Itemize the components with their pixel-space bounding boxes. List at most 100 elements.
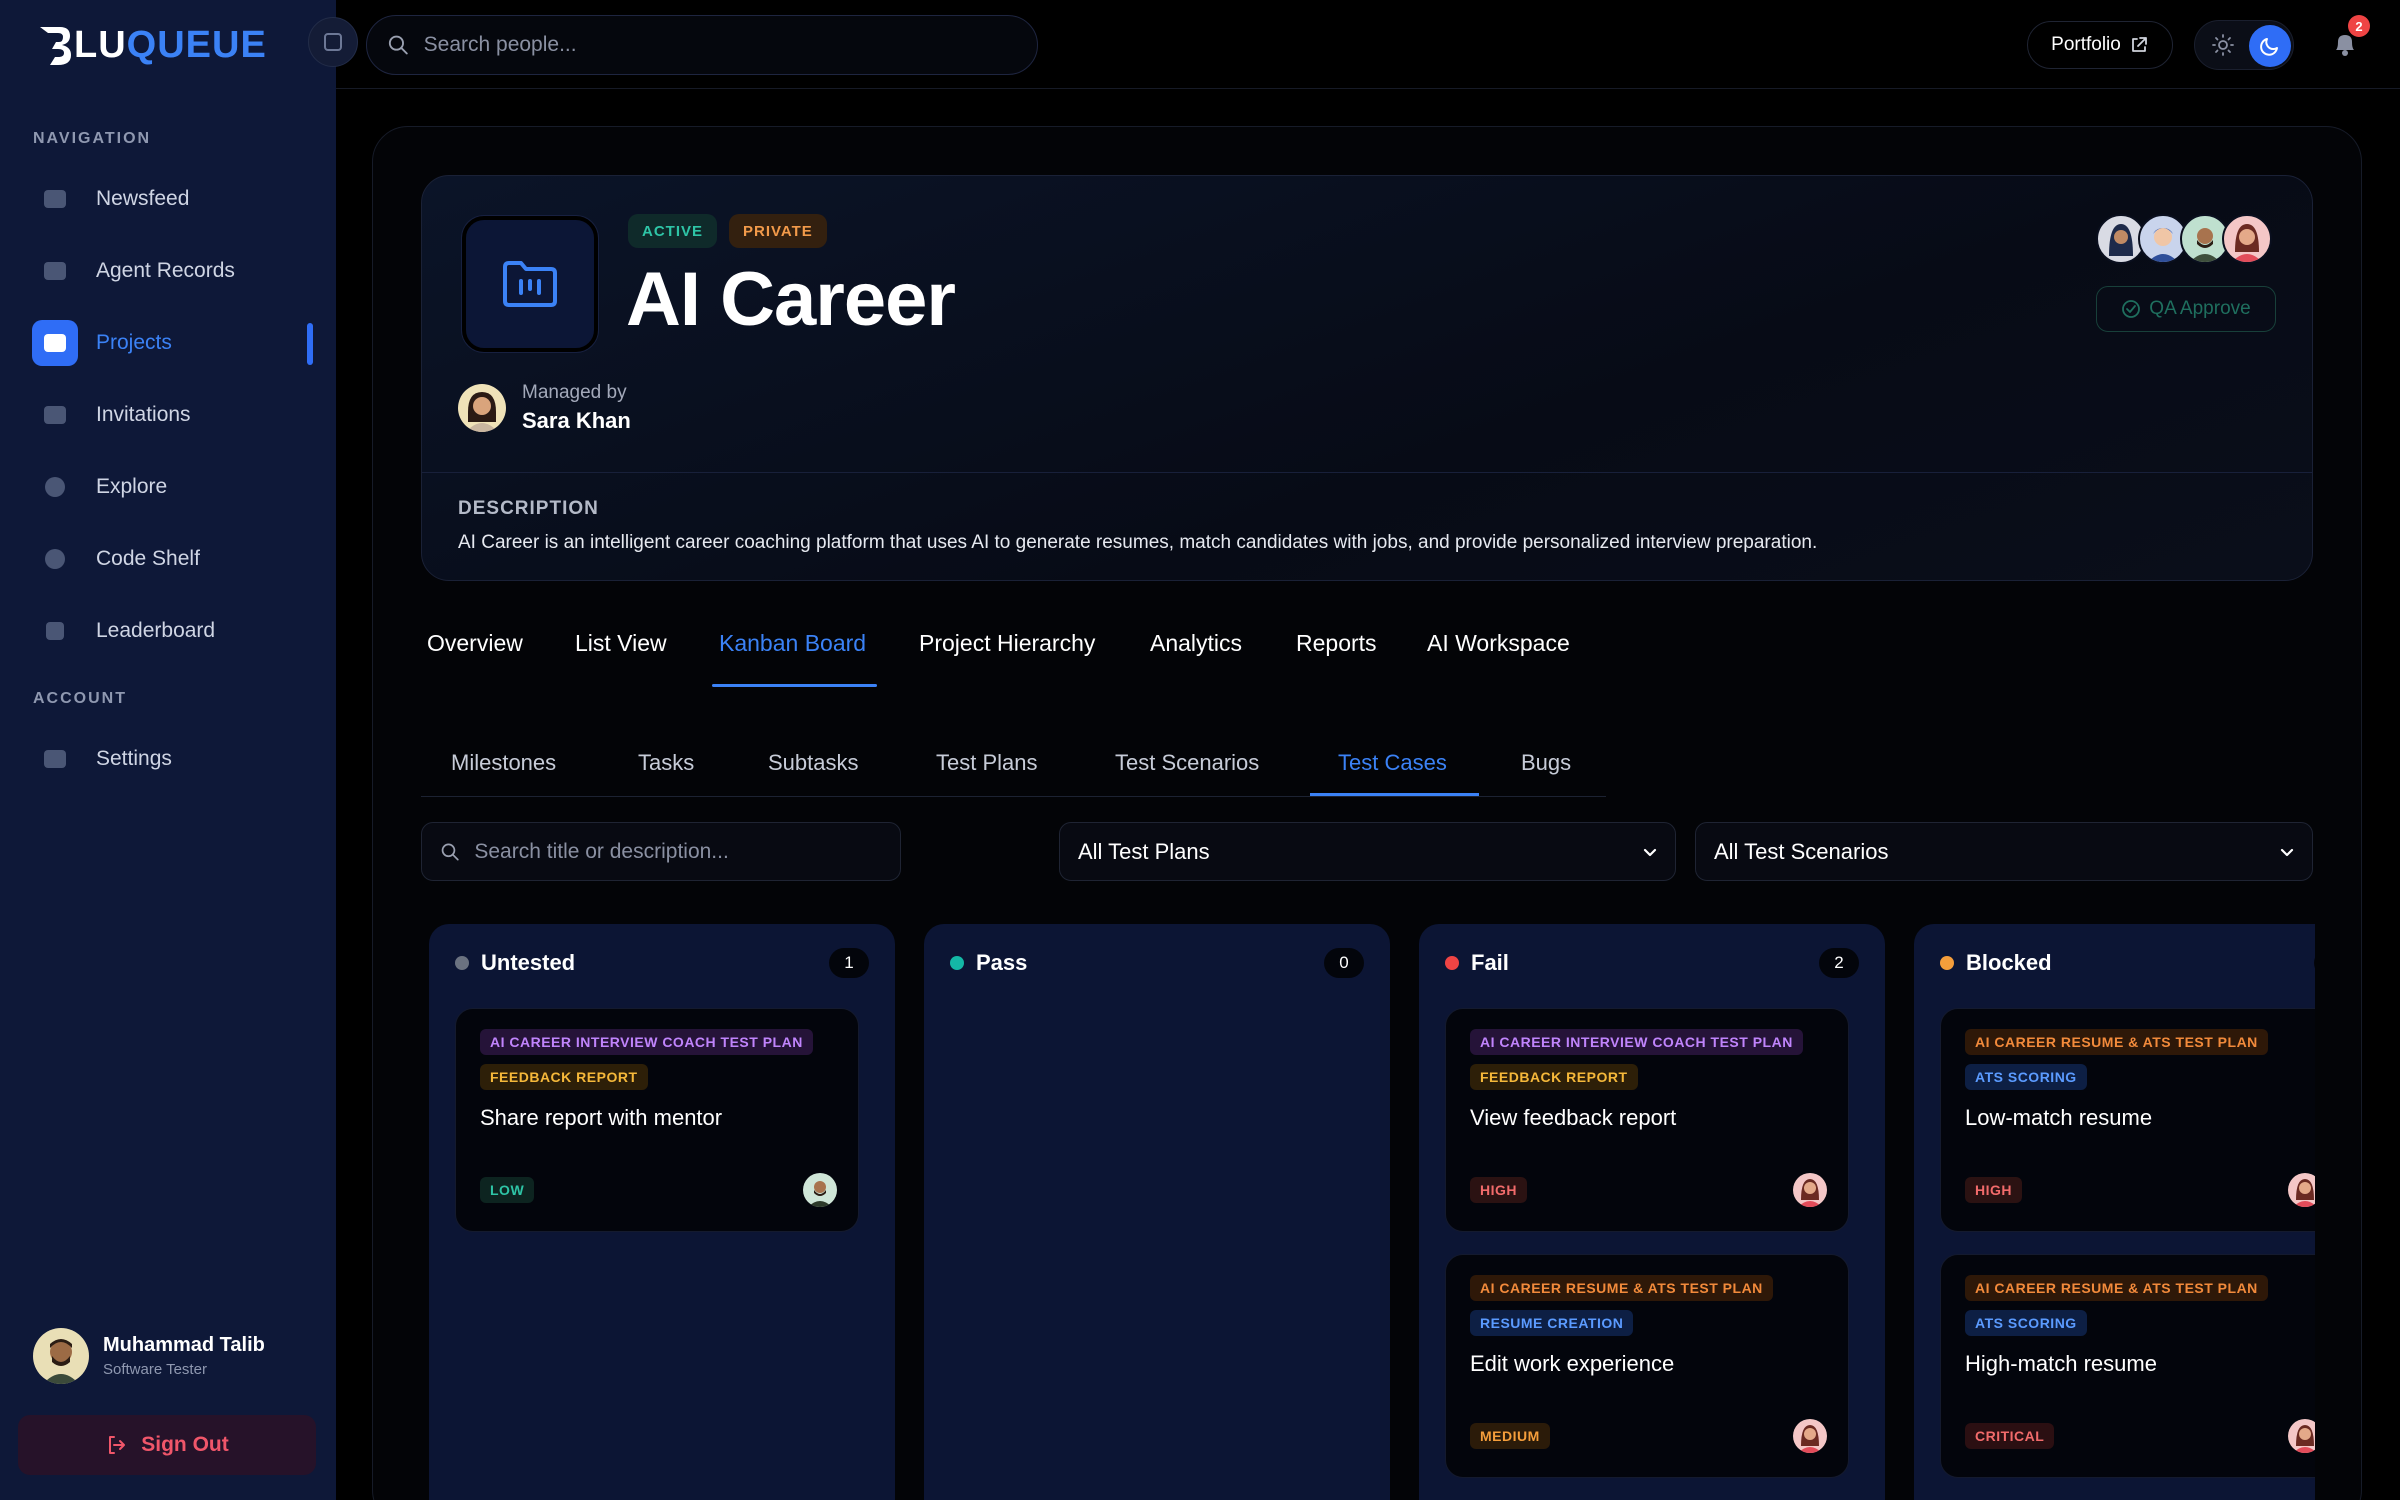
test-plan-select[interactable]: All Test Plans — [1059, 822, 1676, 881]
external-link-icon — [2131, 37, 2147, 52]
tab-ai-workspace[interactable]: AI Workspace — [1427, 630, 1570, 657]
avatar[interactable] — [1793, 1173, 1827, 1207]
sidebar-item-label: Invitations — [96, 403, 191, 426]
tab-overview[interactable]: Overview — [427, 630, 523, 657]
manager-name[interactable]: Sara Khan — [522, 408, 631, 434]
test-case-card[interactable]: AI CAREER RESUME & ATS TEST PLAN RESUME … — [1445, 1254, 1849, 1478]
sidebar-item-projects[interactable]: Projects — [32, 317, 314, 369]
mail-icon — [32, 392, 78, 438]
chevron-down-icon — [1643, 848, 1657, 856]
priority-badge: LOW — [480, 1177, 535, 1203]
sidebar-item-leaderboard[interactable]: Leaderboard — [32, 605, 314, 657]
test-scenario-select[interactable]: All Test Scenarios — [1695, 822, 2313, 881]
sidebar-item-explore[interactable]: Explore — [32, 461, 314, 513]
logo-queue: QUEUE — [126, 24, 267, 66]
team-avatars[interactable] — [2096, 214, 2272, 264]
card-title: View feedback report — [1470, 1105, 1677, 1130]
sidebar-item-newsfeed[interactable]: Newsfeed — [32, 173, 314, 225]
sidebar-item-invitations[interactable]: Invitations — [32, 389, 314, 441]
project-header-card: ACTIVE PRIVATE AI Career Managed by Sara… — [421, 175, 2313, 581]
project-folder-icon — [462, 216, 598, 352]
subtab-bugs[interactable]: Bugs — [1521, 750, 1571, 776]
sidebar-item-label: Agent Records — [96, 259, 235, 282]
tab-reports[interactable]: Reports — [1296, 630, 1377, 657]
sidebar-item-label: Projects — [96, 331, 172, 354]
sidebar-item-label: Code Shelf — [96, 547, 200, 570]
status-dot — [950, 956, 964, 970]
people-search[interactable] — [366, 15, 1038, 75]
sign-out-label: Sign Out — [141, 1433, 229, 1456]
managed-by-label: Managed by — [522, 382, 627, 403]
moon-icon[interactable] — [2249, 25, 2291, 67]
subtab-divider — [421, 796, 1606, 797]
sidebar-item-label: Leaderboard — [96, 619, 216, 642]
sidebar-item-settings[interactable]: Settings — [32, 733, 314, 785]
test-plan-select-value: All Test Plans — [1078, 838, 1210, 864]
status-dot — [1940, 956, 1954, 970]
avatar[interactable] — [2288, 1173, 2315, 1207]
subtab-tasks[interactable]: Tasks — [638, 750, 694, 776]
test-case-search[interactable] — [421, 822, 901, 881]
portfolio-button[interactable]: Portfolio — [2027, 21, 2173, 69]
test-case-card[interactable]: AI CAREER RESUME & ATS TEST PLAN ATS SCO… — [1940, 1008, 2315, 1232]
column-count: 0 — [1324, 948, 1364, 978]
sign-out-button[interactable]: Sign Out — [18, 1415, 316, 1475]
user-role: Software Tester — [103, 1361, 207, 1378]
tab-list-view[interactable]: List View — [575, 630, 667, 657]
sidebar-item-label: Newsfeed — [96, 187, 190, 210]
test-scenario-select-value: All Test Scenarios — [1714, 838, 1889, 864]
sidebar-item-agent-records[interactable]: Agent Records — [32, 245, 314, 297]
current-user[interactable]: Muhammad Talib Software Tester — [33, 1328, 265, 1384]
active-subtab-underline — [1310, 793, 1479, 796]
collapse-sidebar-button[interactable] — [308, 17, 358, 67]
test-case-card[interactable]: AI CAREER RESUME & ATS TEST PLAN ATS SCO… — [1940, 1254, 2315, 1478]
subtab-test-plans[interactable]: Test Plans — [936, 750, 1038, 776]
sidebar-item-code-shelf[interactable]: Code Shelf — [32, 533, 314, 585]
sidebar-item-label: Settings — [96, 747, 172, 770]
column-header: Blocked — [1940, 950, 2052, 976]
description-text: AI Career is an intelligent career coach… — [458, 532, 1818, 553]
people-search-input[interactable] — [423, 33, 1037, 57]
test-case-search-input[interactable] — [474, 839, 900, 864]
test-plan-tag: AI CAREER RESUME & ATS TEST PLAN — [1470, 1275, 1773, 1301]
search-icon — [441, 843, 459, 860]
column-title: Fail — [1471, 950, 1509, 975]
tab-kanban-board[interactable]: Kanban Board — [719, 630, 866, 657]
subtab-test-scenarios[interactable]: Test Scenarios — [1115, 750, 1259, 776]
test-plan-tag: AI CAREER INTERVIEW COACH TEST PLAN — [480, 1029, 813, 1055]
chart-icon — [32, 608, 78, 654]
column-count: 2 — [1819, 948, 1859, 978]
avatar[interactable] — [803, 1173, 837, 1207]
sun-icon[interactable] — [2205, 27, 2241, 63]
avatar[interactable] — [2288, 1419, 2315, 1453]
priority-badge: HIGH — [1965, 1177, 2022, 1203]
column-header: Pass — [950, 950, 1027, 976]
description-label: DESCRIPTION — [458, 498, 599, 519]
project-title: AI Career — [626, 257, 956, 342]
app-logo[interactable]: LUQUEUE — [38, 24, 267, 67]
search-icon — [32, 464, 78, 510]
status-dot — [455, 956, 469, 970]
user-name: Muhammad Talib — [103, 1334, 265, 1356]
qa-approve-button[interactable]: QA Approve — [2096, 286, 2276, 332]
tab-project-hierarchy[interactable]: Project Hierarchy — [919, 630, 1095, 657]
logout-icon — [109, 1436, 126, 1454]
sidebar: LUQUEUE NAVIGATION Newsfeed Agent Record… — [0, 0, 336, 1500]
subtab-test-cases[interactable]: Test Cases — [1338, 750, 1447, 776]
tab-analytics[interactable]: Analytics — [1150, 630, 1242, 657]
avatar — [33, 1328, 89, 1384]
avatar[interactable] — [2222, 214, 2272, 264]
avatar[interactable] — [1793, 1419, 1827, 1453]
test-case-card[interactable]: AI CAREER INTERVIEW COACH TEST PLAN FEED… — [455, 1008, 859, 1232]
kanban-column-untested: Untested 1 AI CAREER INTERVIEW COACH TES… — [429, 924, 895, 1500]
subtab-milestones[interactable]: Milestones — [451, 750, 556, 776]
test-scenario-tag: RESUME CREATION — [1470, 1310, 1634, 1336]
account-section-label: ACCOUNT — [33, 690, 127, 707]
priority-badge: HIGH — [1470, 1177, 1527, 1203]
test-case-card[interactable]: AI CAREER INTERVIEW COACH TEST PLAN FEED… — [1445, 1008, 1849, 1232]
test-scenario-tag: FEEDBACK REPORT — [480, 1064, 648, 1090]
subtab-subtasks[interactable]: Subtasks — [768, 750, 859, 776]
monitor-icon — [32, 248, 78, 294]
theme-toggle[interactable] — [2194, 20, 2294, 70]
topbar-divider — [336, 88, 2400, 89]
